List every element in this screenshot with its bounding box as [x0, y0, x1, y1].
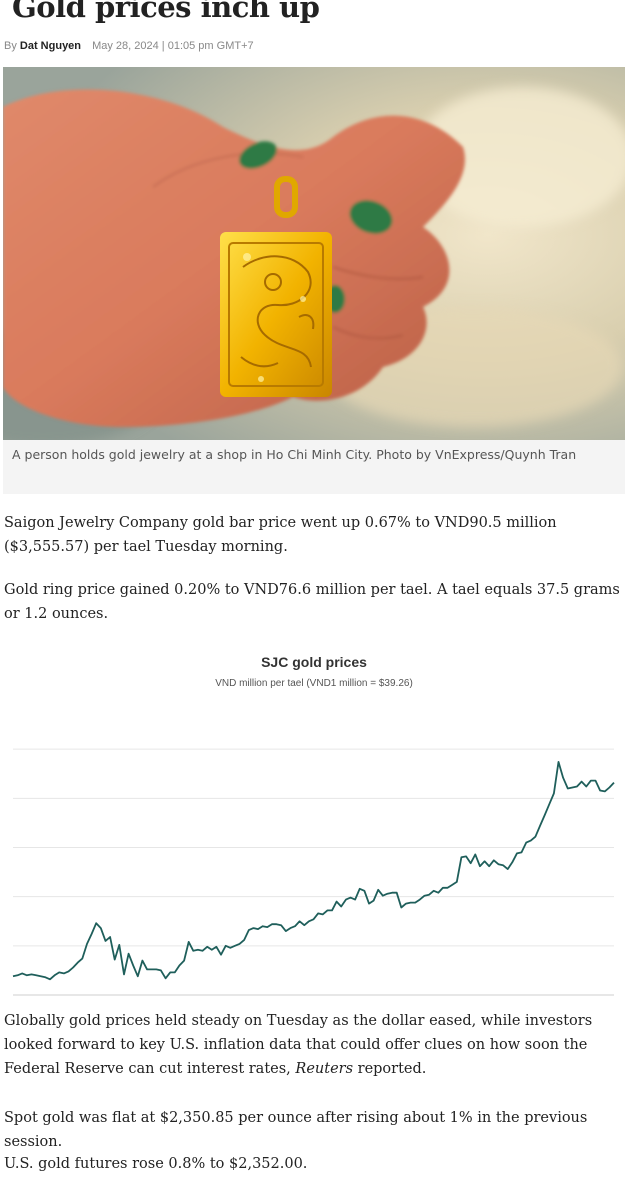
- paragraph-1: Saigon Jewelry Company gold bar price we…: [4, 515, 557, 555]
- photo-illustration: [3, 67, 625, 440]
- chart-svg: SJC gold prices VND million per tael (VN…: [12, 654, 615, 996]
- chart-subtitle: VND million per tael (VND1 million = $39…: [215, 678, 413, 689]
- chart-title: SJC gold prices: [261, 654, 367, 670]
- publish-date: May 28, 2024 | 01:05 pm GMT+7: [92, 40, 254, 52]
- paragraph-5: U.S. gold futures rose 0.8% to $2,352.00…: [4, 1156, 308, 1172]
- source-reuters: Reuters: [295, 1061, 354, 1077]
- chart-gridlines: [13, 748, 614, 996]
- paragraph-3: Globally gold prices held steady on Tues…: [4, 1009, 628, 1081]
- photo-caption: A person holds gold jewelry at a shop in…: [3, 440, 625, 494]
- paragraph-4: Spot gold was flat at $2,350.85 per ounc…: [4, 1110, 588, 1150]
- gold-price-chart: SJC gold prices VND million per tael (VN…: [0, 640, 636, 1000]
- sjc-price-line: [12, 761, 615, 981]
- article-title: Gold prices inch up: [12, 0, 320, 24]
- chart-series: [12, 761, 615, 981]
- author-link[interactable]: Dat Nguyen: [20, 40, 81, 52]
- paragraph-3-end: reported.: [353, 1061, 427, 1077]
- hero-photo: [3, 67, 625, 440]
- byline: By Dat Nguyen May 28, 2024 | 01:05 pm GM…: [4, 40, 254, 52]
- byline-prefix: By: [4, 40, 17, 52]
- paragraph-2: Gold ring price gained 0.20% to VND76.6 …: [4, 582, 620, 622]
